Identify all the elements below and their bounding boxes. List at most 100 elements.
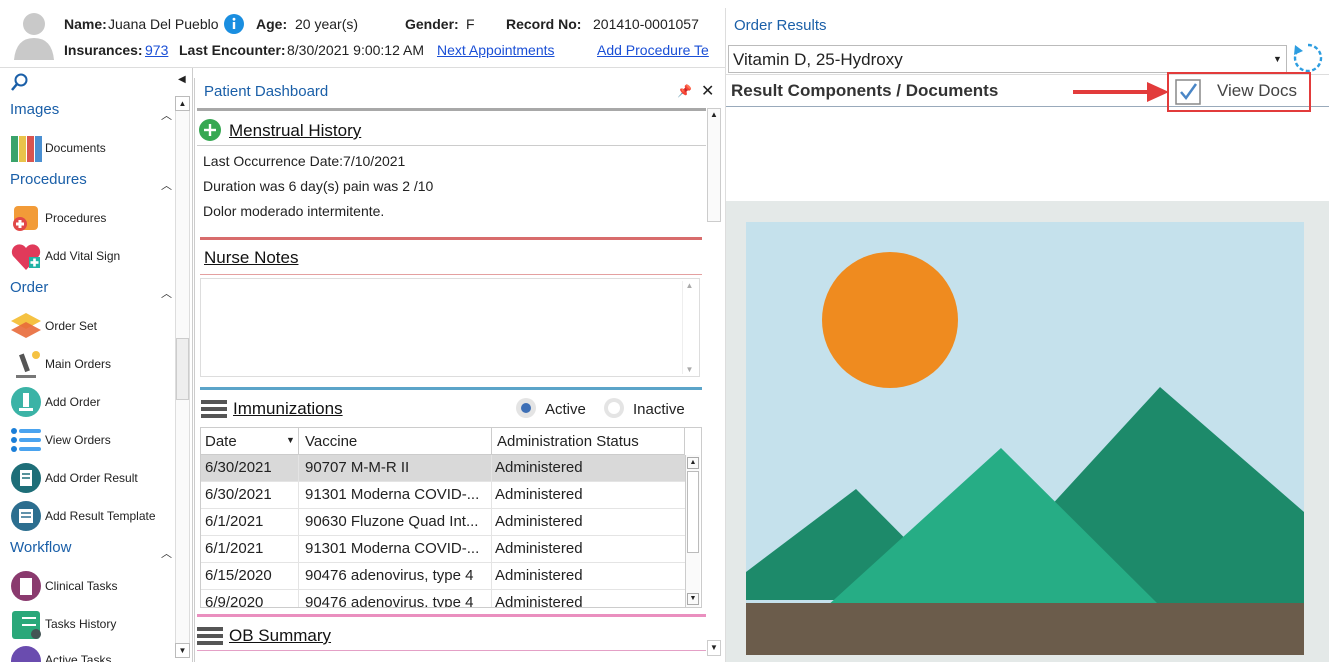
cell-date: 6/1/2021 [205, 540, 264, 557]
order-result-icon [11, 462, 41, 493]
sidebar-item-label: Clinical Tasks [45, 579, 118, 593]
divider [197, 108, 706, 111]
result-template-icon [11, 500, 41, 531]
cell-status: Administered [495, 567, 583, 584]
sidebar-item-label: Add Result Template [45, 509, 156, 523]
sidebar-item-tasks-history[interactable]: Tasks History [10, 607, 116, 641]
sidebar-item-add-order-result[interactable]: Add Order Result [10, 461, 138, 495]
column-date[interactable]: Date [205, 433, 237, 450]
table-row[interactable]: 6/30/2021 91301 Moderna COVID-... Admini… [201, 482, 685, 509]
sidebar-item-label: Add Order [45, 395, 101, 409]
sidebar-item-add-vital-sign[interactable]: Add Vital Sign [10, 239, 120, 273]
nurse-notes-title[interactable]: Nurse Notes [204, 248, 298, 268]
cell-status: Administered [495, 540, 583, 557]
table-row[interactable]: 6/9/2020 90476 adenovirus, type 4 Admini… [201, 590, 685, 607]
collapse-sidebar-icon[interactable]: ◀ [178, 74, 186, 85]
table-row[interactable]: 6/1/2021 90630 Fluzone Quad Int... Admin… [201, 509, 685, 536]
dropdown-arrow-icon[interactable]: ▼ [1273, 54, 1282, 64]
chevron-up-icon[interactable]: ︿ [161, 177, 172, 193]
patient-avatar-icon [14, 13, 54, 60]
section-procedures[interactable]: Procedures [10, 171, 87, 188]
sidebar-item-clinical-tasks[interactable]: Clinical Tasks [10, 569, 117, 603]
menstrual-line-1: Last Occurrence Date:7/10/2021 [203, 153, 406, 169]
vital-sign-icon [11, 243, 41, 270]
info-icon[interactable] [224, 14, 244, 34]
document-viewer [726, 201, 1329, 662]
menstrual-history-title[interactable]: Menstrual History [229, 121, 361, 141]
order-select[interactable]: Vitamin D, 25-Hydroxy ▼ [728, 45, 1287, 73]
menu-icon[interactable] [201, 398, 227, 420]
cell-vaccine: 90476 adenovirus, type 4 [305, 567, 474, 584]
sidebar-item-label: Main Orders [45, 357, 112, 371]
sidebar-scroll-thumb[interactable] [176, 338, 189, 400]
sort-desc-icon[interactable]: ▼ [286, 435, 295, 445]
search-icon[interactable] [10, 72, 30, 92]
grid-scrollbar[interactable]: ▲ ▼ [685, 455, 700, 607]
scroll-up-icon[interactable]: ▲ [175, 96, 190, 111]
cell-vaccine: 91301 Moderna COVID-... [305, 540, 480, 557]
cell-status: Administered [495, 459, 583, 476]
sidebar-item-add-result-template[interactable]: Add Result Template [10, 499, 156, 533]
microscope-icon [16, 350, 40, 378]
sidebar-item-order-set[interactable]: Order Set [10, 309, 97, 343]
scroll-down-icon[interactable]: ▼ [707, 640, 721, 656]
last-encounter-value: 8/30/2021 9:00:12 AM [287, 42, 424, 58]
sidebar-item-add-order[interactable]: Add Order [10, 385, 100, 419]
sidebar: ◀ Images ︿ Procedures ︿ Order ︿ Workflow… [0, 68, 193, 662]
refresh-icon[interactable] [1291, 41, 1325, 75]
table-row[interactable]: 6/30/2021 90707 M-M-R II Administered [201, 455, 685, 482]
close-icon[interactable]: ✕ [701, 81, 714, 101]
section-workflow[interactable]: Workflow [10, 539, 71, 556]
nurse-notes-textarea[interactable]: ▲ ▼ [200, 278, 700, 377]
scroll-down-icon[interactable]: ▼ [175, 643, 190, 658]
sidebar-item-label: Order Set [45, 319, 98, 333]
view-docs-toggle[interactable]: View Docs [1172, 77, 1308, 107]
radio-active[interactable] [515, 397, 537, 419]
menstrual-scrollbar[interactable]: ▲ [707, 108, 721, 222]
patient-name: Juana Del Pueblo [108, 16, 219, 32]
sidebar-item-view-orders[interactable]: View Orders [10, 423, 111, 457]
sidebar-item-main-orders[interactable]: Main Orders [10, 347, 111, 381]
chevron-up-icon[interactable]: ︿ [161, 107, 172, 123]
menu-icon[interactable] [197, 625, 223, 647]
radio-inactive[interactable] [603, 397, 625, 419]
section-images[interactable]: Images [10, 101, 59, 118]
inactive-label: Inactive [633, 401, 685, 418]
chevron-up-icon[interactable]: ︿ [161, 545, 172, 561]
order-results-title: Order Results [734, 17, 827, 34]
image-placeholder-icon [746, 222, 1304, 655]
red-arrow-icon [1073, 82, 1169, 102]
immunizations-title[interactable]: Immunizations [233, 399, 343, 419]
procedures-icon [13, 205, 38, 231]
section-order[interactable]: Order [10, 279, 48, 296]
sidebar-item-procedures[interactable]: Procedures [10, 201, 106, 235]
sidebar-item-label: Procedures [45, 211, 107, 225]
sidebar-item-active-tasks[interactable]: Active Tasks [10, 645, 111, 662]
pin-icon[interactable]: 📌 [677, 84, 692, 98]
divider [200, 274, 702, 275]
checkbox-checked-icon[interactable] [1175, 79, 1201, 105]
order-set-icon [11, 312, 41, 338]
add-procedure-link[interactable]: Add Procedure Te [597, 42, 725, 58]
age-label: Age: [256, 16, 288, 32]
column-vaccine[interactable]: Vaccine [305, 433, 357, 450]
next-appointments-link[interactable]: Next Appointments [437, 42, 555, 58]
chevron-up-icon[interactable]: ︿ [161, 285, 172, 301]
table-row[interactable]: 6/1/2021 91301 Moderna COVID-... Adminis… [201, 536, 685, 563]
patient-dashboard: Patient Dashboard 📌 ✕ Menstrual History … [194, 78, 725, 662]
divider [200, 237, 702, 240]
insurances-link[interactable]: 973 [145, 42, 168, 58]
divider [200, 387, 702, 390]
grid-header: Date ▼ Vaccine Administration Status [201, 428, 685, 455]
cell-vaccine: 90476 adenovirus, type 4 [305, 594, 474, 607]
cell-vaccine: 90707 M-M-R II [305, 459, 410, 476]
column-status[interactable]: Administration Status [497, 433, 639, 450]
divider [197, 145, 706, 146]
insurances-label: Insurances: [64, 42, 143, 58]
view-orders-icon [11, 427, 41, 452]
sidebar-item-documents[interactable]: Documents [10, 131, 106, 165]
ob-summary-title[interactable]: OB Summary [229, 626, 331, 646]
table-row[interactable]: 6/15/2020 90476 adenovirus, type 4 Admin… [201, 563, 685, 590]
add-circle-icon[interactable] [199, 119, 221, 141]
cell-date: 6/30/2021 [205, 486, 272, 503]
